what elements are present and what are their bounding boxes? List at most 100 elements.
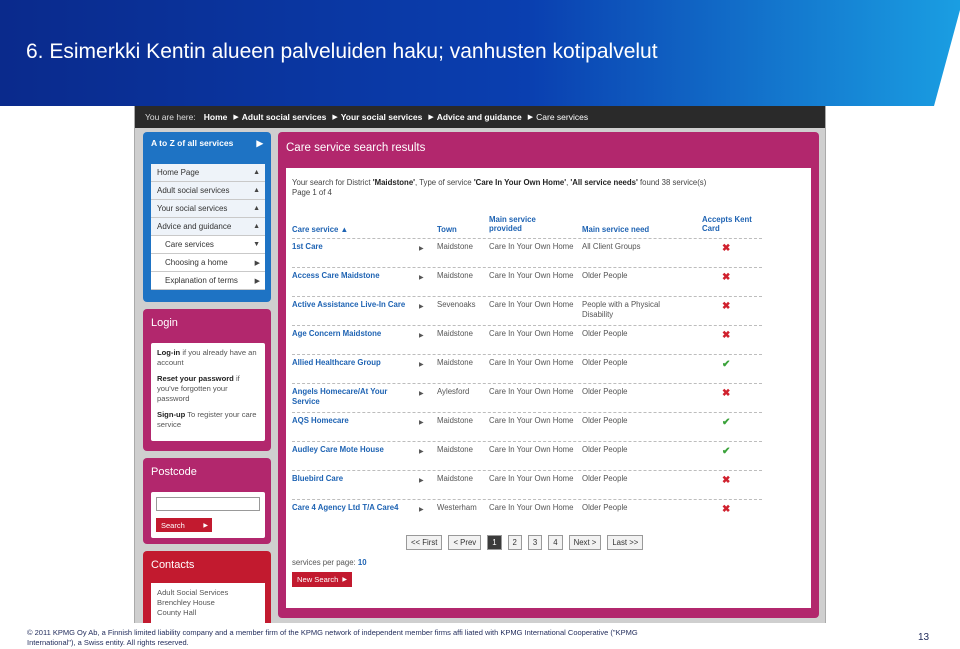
town-cell: Aylesford: [437, 387, 470, 396]
service-need-cell: All Client Groups: [582, 242, 641, 251]
login-panel: Login Log-in if you already have an acco…: [143, 309, 271, 451]
cross-icon: ✖: [722, 504, 731, 515]
town-cell: Maidstone: [437, 474, 473, 483]
website-screenshot: You are here: Home ▶ Adult social servic…: [134, 106, 826, 623]
pager-button[interactable]: Last >>: [607, 535, 644, 550]
check-icon: ✔: [722, 446, 731, 457]
copyright-footer: © 2011 KPMG Oy Ab, a Finnish limited lia…: [27, 628, 638, 647]
az-item-label: Advice and guidance: [157, 222, 232, 231]
col-town[interactable]: Town: [437, 225, 457, 234]
town-cell: Sevenoaks: [437, 300, 476, 309]
table-row: Active Assistance Live-In Care Sevenoaks C…: [292, 296, 762, 325]
result-summary: Your search for District 'Maidstone', Ty…: [292, 178, 802, 198]
service-provided-cell: Care In Your Own Home: [489, 242, 574, 251]
az-item-adult-social-services[interactable]: Adult social services ▲: [151, 182, 265, 200]
table-row: 1st Care Maidstone Care In Your Own Home Al…: [292, 238, 762, 267]
postcode-input[interactable]: [156, 497, 260, 511]
pager-button[interactable]: 2: [507, 535, 522, 550]
az-item-advice-and-guidance[interactable]: Advice and guidance ▲: [151, 218, 265, 236]
col-main-service-provided[interactable]: Main service provided: [489, 215, 559, 233]
caret-right-icon[interactable]: ▶: [419, 273, 424, 283]
az-item-your-social-services[interactable]: Your social services ▲: [151, 200, 265, 218]
col-main-service-need[interactable]: Main service need: [582, 225, 649, 234]
pager-button[interactable]: 1: [487, 535, 502, 550]
care-service-link[interactable]: Angels Homecare/At Your Service: [292, 387, 414, 407]
az-item-choosing-a-home[interactable]: Choosing a home ▶: [151, 254, 265, 272]
service-provided-cell: Care In Your Own Home: [489, 445, 574, 454]
login-box: Log-in if you already have an account Re…: [151, 343, 265, 441]
cross-icon: ✖: [722, 475, 731, 486]
pager-button[interactable]: << First: [406, 535, 443, 550]
az-panel-header[interactable]: A to Z of all services ▶: [143, 132, 271, 155]
table-header: Care service ▲ Town Main service provide…: [292, 213, 802, 237]
pager-button[interactable]: < Prev: [448, 535, 482, 550]
service-need-cell: Older People: [582, 416, 628, 425]
care-service-link[interactable]: 1st Care: [292, 242, 414, 252]
caret-right-icon: ▶: [203, 522, 208, 529]
caret-right-icon[interactable]: ▶: [419, 360, 424, 370]
service-provided-cell: Care In Your Own Home: [489, 358, 574, 367]
signup-link[interactable]: Sign-up: [157, 410, 185, 419]
per-page-value[interactable]: 10: [358, 558, 367, 567]
postcode-title: Postcode: [151, 466, 197, 478]
breadcrumb-home[interactable]: Home: [204, 112, 228, 122]
az-item-explanation-of-terms[interactable]: Explanation of terms ▶: [151, 272, 265, 290]
pagination: << First < Prev 1 2 3 4 Next > Last >>: [406, 535, 644, 551]
breadcrumb-your-social-services[interactable]: Your social services: [341, 112, 423, 122]
breadcrumb-care-services[interactable]: Care services: [536, 112, 588, 122]
contacts-panel: Contacts Adult Social Services Brenchley…: [143, 551, 271, 623]
slide-header: 6. Esimerkki Kentin alueen palveluiden h…: [0, 0, 960, 106]
care-service-link[interactable]: Care 4 Agency Ltd T/A Care4: [292, 503, 414, 513]
care-service-link[interactable]: Bluebird Care: [292, 474, 414, 484]
caret-up-icon: ▲: [253, 223, 260, 230]
az-item-home-page[interactable]: Home Page ▲: [151, 164, 265, 182]
cross-icon: ✖: [722, 272, 731, 283]
contacts-title: Contacts: [151, 559, 195, 571]
az-item-label: Care services: [165, 240, 214, 249]
table-row: Access Care Maidstone Maidstone Care In Yo…: [292, 267, 762, 296]
care-service-link[interactable]: Active Assistance Live-In Care: [292, 300, 414, 310]
per-page-label: services per page:: [292, 558, 356, 567]
care-service-link[interactable]: Access Care Maidstone: [292, 271, 414, 281]
care-service-link[interactable]: AQS Homecare: [292, 416, 414, 426]
az-item-label: Your social services: [157, 204, 228, 213]
table-row: Bluebird Care Maidstone Care In Your Own H…: [292, 470, 762, 499]
login-link[interactable]: Log-in: [157, 348, 180, 357]
col-care-service[interactable]: Care service ▲: [292, 225, 348, 234]
caret-right-icon: ▶: [342, 577, 347, 583]
caret-right-icon[interactable]: ▶: [419, 302, 424, 312]
caret-right-icon[interactable]: ▶: [419, 476, 424, 486]
cross-icon: ✖: [722, 243, 731, 254]
table-row: Care 4 Agency Ltd T/A Care4 Westerham Care…: [292, 499, 762, 528]
breadcrumb-advice-and-guidance[interactable]: Advice and guidance: [437, 112, 522, 122]
az-item-care-services[interactable]: Care services ▼: [151, 236, 265, 254]
caret-right-icon[interactable]: ▶: [419, 389, 424, 399]
service-provided-cell: Care In Your Own Home: [489, 474, 574, 483]
col-accepts-kent-card[interactable]: Accepts Kent Card: [702, 215, 762, 233]
caret-right-icon[interactable]: ▶: [419, 447, 424, 457]
caret-up-icon: ▲: [253, 205, 260, 212]
caret-right-icon[interactable]: ▶: [419, 418, 424, 428]
results-title: Care service search results: [286, 142, 426, 154]
caret-right-icon[interactable]: ▶: [419, 331, 424, 341]
care-service-link[interactable]: Allied Healthcare Group: [292, 358, 414, 368]
summary-need: 'All service needs': [570, 178, 638, 187]
results-content: Your search for District 'Maidstone', Ty…: [286, 168, 811, 608]
pager-button[interactable]: 4: [548, 535, 563, 550]
contacts-box: Adult Social Services Brenchley House Co…: [151, 583, 265, 623]
new-search-button[interactable]: New Search ▶: [292, 572, 352, 587]
care-service-link[interactable]: Age Concern Maidstone: [292, 329, 414, 339]
town-cell: Maidstone: [437, 329, 473, 338]
pager-button[interactable]: Next >: [568, 535, 602, 550]
care-service-link[interactable]: Audley Care Mote House: [292, 445, 414, 455]
postcode-search-button[interactable]: Search ▶: [156, 518, 212, 532]
breadcrumb-arrow-icon: ▶: [428, 114, 434, 121]
service-need-cell: Older People: [582, 271, 628, 280]
service-provided-cell: Care In Your Own Home: [489, 387, 574, 396]
reset-password-link[interactable]: Reset your password: [157, 374, 234, 383]
caret-right-icon[interactable]: ▶: [419, 505, 424, 515]
caret-right-icon[interactable]: ▶: [419, 244, 424, 254]
pager-button[interactable]: 3: [527, 535, 543, 550]
breadcrumb-adult-social-services[interactable]: Adult social services: [242, 112, 327, 122]
results-panel: Care service search results Your search …: [278, 132, 819, 618]
